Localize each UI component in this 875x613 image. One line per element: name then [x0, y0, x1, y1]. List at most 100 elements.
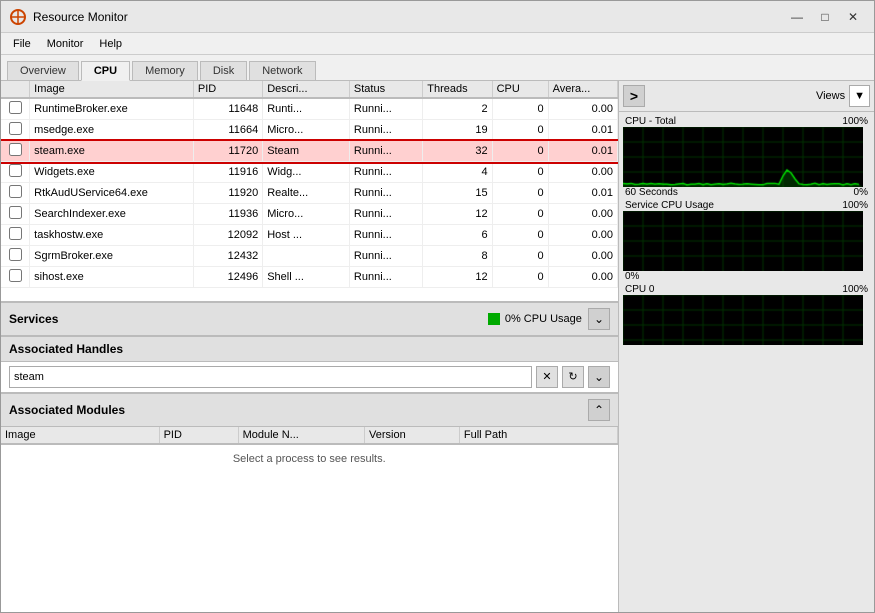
- row-pid: 11648: [193, 98, 262, 120]
- handles-title: Associated Handles: [9, 342, 610, 356]
- table-row[interactable]: SearchIndexer.exe 11936 Micro... Runni..…: [1, 204, 618, 225]
- table-row[interactable]: RuntimeBroker.exe 11648 Runti... Runni..…: [1, 98, 618, 120]
- row-checkbox-cell[interactable]: [1, 225, 30, 246]
- main-content: Image PID Descri... Status Threads CPU A…: [1, 81, 874, 612]
- modules-col-path[interactable]: Full Path: [459, 427, 617, 444]
- services-collapse-btn[interactable]: ⌄: [588, 308, 610, 330]
- expand-button[interactable]: >: [623, 85, 645, 107]
- col-header-pid[interactable]: PID: [193, 81, 262, 98]
- tab-bar: Overview CPU Memory Disk Network: [1, 55, 874, 81]
- row-checkbox-cell[interactable]: [1, 183, 30, 204]
- cpu-total-time: 60 Seconds: [625, 187, 678, 198]
- close-button[interactable]: ✕: [840, 6, 866, 28]
- views-dropdown[interactable]: ▼: [849, 85, 870, 107]
- tab-cpu[interactable]: CPU: [81, 61, 130, 81]
- tab-overview[interactable]: Overview: [7, 61, 79, 80]
- col-header-avg[interactable]: Avera...: [548, 81, 617, 98]
- graph-section: CPU - Total 100% 60 Seconds 0% Service C…: [619, 112, 874, 612]
- row-checkbox[interactable]: [9, 248, 22, 261]
- row-image: sihost.exe: [30, 267, 194, 288]
- row-checkbox-cell[interactable]: [1, 98, 30, 120]
- service-cpu-bottom-row: 0%: [623, 271, 870, 282]
- right-panel: > Views ▼ CPU - Total 100% 60 Seconds: [619, 81, 874, 612]
- modules-header[interactable]: Associated Modules ⌃: [1, 393, 618, 427]
- handles-collapse-btn[interactable]: ⌄: [588, 366, 610, 388]
- menu-bar: File Monitor Help: [1, 33, 874, 55]
- row-checkbox[interactable]: [9, 101, 22, 114]
- cpu-total-label-row: CPU - Total 100%: [623, 116, 870, 127]
- col-header-status[interactable]: Status: [349, 81, 422, 98]
- modules-col-version[interactable]: Version: [365, 427, 460, 444]
- row-checkbox[interactable]: [9, 164, 22, 177]
- row-avg: 0.00: [548, 225, 617, 246]
- window-controls: — □ ✕: [784, 6, 866, 28]
- row-checkbox[interactable]: [9, 206, 22, 219]
- row-cpu: 0: [492, 204, 548, 225]
- services-header[interactable]: Services 0% CPU Usage ⌄: [1, 302, 618, 336]
- col-header-desc[interactable]: Descri...: [263, 81, 350, 98]
- tab-memory[interactable]: Memory: [132, 61, 198, 80]
- col-header-image[interactable]: Image: [30, 81, 194, 98]
- row-threads: 15: [423, 183, 492, 204]
- modules-title: Associated Modules: [9, 403, 588, 417]
- row-checkbox[interactable]: [9, 185, 22, 198]
- row-threads: 12: [423, 204, 492, 225]
- row-status: Runni...: [349, 141, 422, 162]
- col-header-cpu[interactable]: CPU: [492, 81, 548, 98]
- row-threads: 12: [423, 267, 492, 288]
- row-checkbox[interactable]: [9, 122, 22, 135]
- row-avg: 0.01: [548, 183, 617, 204]
- row-status: Runni...: [349, 120, 422, 141]
- row-threads: 6: [423, 225, 492, 246]
- table-row[interactable]: RtkAudUService64.exe 11920 Realte... Run…: [1, 183, 618, 204]
- process-table: Image PID Descri... Status Threads CPU A…: [1, 81, 618, 288]
- col-header-threads[interactable]: Threads: [423, 81, 492, 98]
- handles-search-input[interactable]: [9, 366, 532, 388]
- row-checkbox[interactable]: [9, 143, 22, 156]
- row-checkbox-cell[interactable]: [1, 204, 30, 225]
- row-pid: 11916: [193, 162, 262, 183]
- table-row[interactable]: msedge.exe 11664 Micro... Runni... 19 0 …: [1, 120, 618, 141]
- row-checkbox-cell[interactable]: [1, 141, 30, 162]
- modules-table: Image PID Module N... Version Full Path …: [1, 427, 618, 473]
- handles-search-row: ✕ ↻ ⌄: [1, 362, 618, 393]
- row-checkbox[interactable]: [9, 227, 22, 240]
- menu-file[interactable]: File: [5, 36, 39, 52]
- row-desc: Widg...: [263, 162, 350, 183]
- modules-section: Associated Modules ⌃ Image PID Module N.…: [1, 393, 618, 613]
- row-cpu: 0: [492, 141, 548, 162]
- row-image: steam.exe: [30, 141, 194, 162]
- row-checkbox-cell[interactable]: [1, 120, 30, 141]
- modules-col-image[interactable]: Image: [1, 427, 159, 444]
- modules-col-module[interactable]: Module N...: [238, 427, 364, 444]
- row-checkbox[interactable]: [9, 269, 22, 282]
- row-avg: 0.00: [548, 267, 617, 288]
- row-checkbox-cell[interactable]: [1, 246, 30, 267]
- tab-disk[interactable]: Disk: [200, 61, 247, 80]
- row-desc: Shell ...: [263, 267, 350, 288]
- table-row[interactable]: taskhostw.exe 12092 Host ... Runni... 6 …: [1, 225, 618, 246]
- handles-clear-btn[interactable]: ✕: [536, 366, 558, 388]
- modules-collapse-btn[interactable]: ⌃: [588, 399, 610, 421]
- tab-network[interactable]: Network: [249, 61, 315, 80]
- table-row[interactable]: Widgets.exe 11916 Widg... Runni... 4 0 0…: [1, 162, 618, 183]
- row-threads: 32: [423, 141, 492, 162]
- row-pid: 12432: [193, 246, 262, 267]
- modules-col-pid[interactable]: PID: [159, 427, 238, 444]
- table-row[interactable]: steam.exe 11720 Steam Runni... 32 0 0.01: [1, 141, 618, 162]
- table-row[interactable]: SgrmBroker.exe 12432 Runni... 8 0 0.00: [1, 246, 618, 267]
- table-row[interactable]: sihost.exe 12496 Shell ... Runni... 12 0…: [1, 267, 618, 288]
- row-checkbox-cell[interactable]: [1, 267, 30, 288]
- minimize-button[interactable]: —: [784, 6, 810, 28]
- maximize-button[interactable]: □: [812, 6, 838, 28]
- handles-refresh-btn[interactable]: ↻: [562, 366, 584, 388]
- row-status: Runni...: [349, 98, 422, 120]
- menu-monitor[interactable]: Monitor: [39, 36, 92, 52]
- row-cpu: 0: [492, 120, 548, 141]
- menu-help[interactable]: Help: [91, 36, 130, 52]
- row-desc: Realte...: [263, 183, 350, 204]
- process-table-scroll[interactable]: Image PID Descri... Status Threads CPU A…: [1, 81, 618, 301]
- process-table-body: RuntimeBroker.exe 11648 Runti... Runni..…: [1, 98, 618, 288]
- handles-header[interactable]: Associated Handles: [1, 336, 618, 362]
- row-checkbox-cell[interactable]: [1, 162, 30, 183]
